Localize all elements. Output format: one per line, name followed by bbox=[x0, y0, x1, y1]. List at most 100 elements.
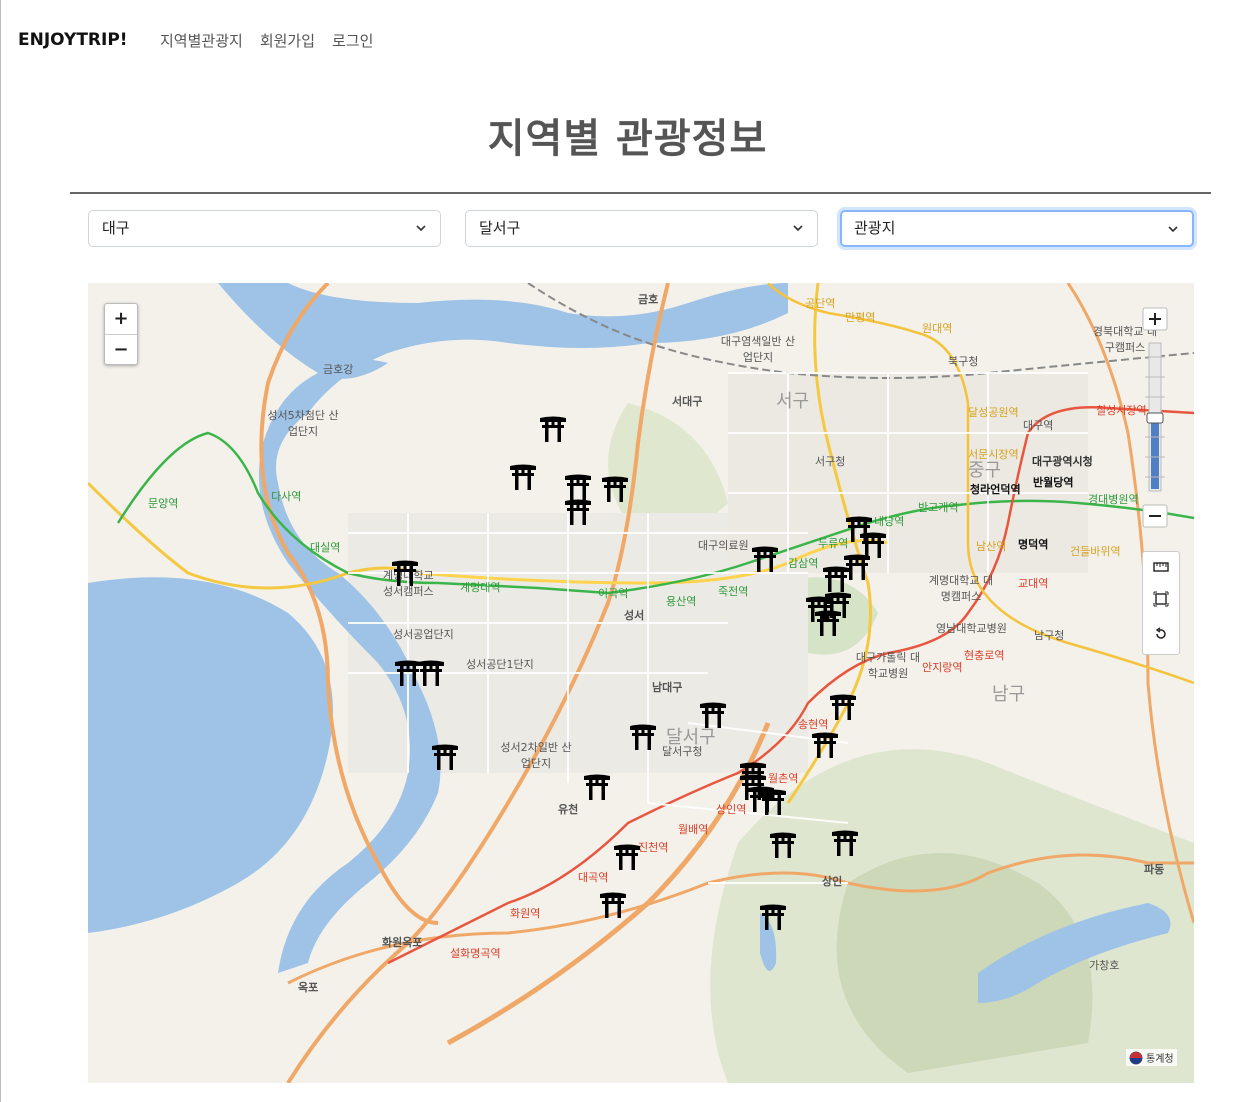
attraction-marker-icon[interactable] bbox=[698, 701, 728, 729]
attraction-marker-icon[interactable] bbox=[768, 831, 798, 859]
station-label: 설화명곡역 bbox=[450, 947, 501, 960]
zoom-in-button[interactable]: + bbox=[105, 304, 137, 334]
map-copyright: 통계청 bbox=[1126, 1049, 1177, 1066]
station-label: 상인역 bbox=[716, 803, 747, 816]
attraction-marker-icon[interactable] bbox=[508, 463, 538, 491]
attraction-marker-icon[interactable] bbox=[828, 693, 858, 721]
station-label: 송현역 bbox=[798, 718, 829, 731]
attraction-marker-icon[interactable] bbox=[830, 829, 860, 857]
ruler-icon[interactable] bbox=[1143, 552, 1179, 586]
attraction-marker-icon[interactable] bbox=[628, 723, 658, 751]
place-label: 달서구청 bbox=[662, 745, 703, 758]
category-select-value: 관광지 bbox=[854, 219, 896, 237]
interchange-label: 남대구 bbox=[652, 681, 683, 694]
attraction-marker-icon[interactable] bbox=[563, 473, 593, 501]
interchange-label: 성서 bbox=[624, 609, 645, 622]
nav-link-login[interactable]: 로그인 bbox=[332, 30, 373, 51]
page-title: 지역별 관광정보 bbox=[487, 116, 768, 162]
category-select[interactable]: 관광지 bbox=[840, 210, 1194, 247]
station-label: 화원역 bbox=[510, 907, 541, 920]
station-label: 안지랑역 bbox=[922, 661, 963, 674]
navbar: ENJOYTRIP! 지역별관광지 회원가입 로그인 bbox=[1, 0, 1253, 80]
station-label: 이곡역 bbox=[598, 587, 629, 600]
attraction-marker-icon[interactable] bbox=[390, 559, 420, 587]
chevron-down-icon bbox=[793, 225, 803, 232]
title-divider bbox=[70, 192, 1211, 194]
interchange-label: 상인 bbox=[822, 875, 843, 888]
interchange-label: 서대구 bbox=[672, 395, 703, 408]
attraction-marker-icon[interactable] bbox=[758, 903, 788, 931]
attraction-marker-icon[interactable] bbox=[758, 788, 788, 816]
place-label: 성서5차첨단 산업단지 bbox=[267, 409, 339, 438]
station-label: 서문시장역 bbox=[968, 448, 1019, 461]
map-view[interactable]: 서구 중구 남구 달서구 금호강 성서5차첨단 산업단지 대구의료원 서구청 대… bbox=[88, 283, 1194, 1083]
station-label: 경대병원역 bbox=[1088, 493, 1139, 506]
attraction-marker-icon[interactable] bbox=[563, 498, 593, 526]
place-label: 서구청 bbox=[815, 455, 846, 468]
region-select-value: 대구 bbox=[102, 219, 130, 237]
interchange-label: 금호 bbox=[638, 293, 659, 306]
attraction-marker-icon[interactable] bbox=[600, 475, 630, 503]
nav-link-regional-attractions[interactable]: 지역별관광지 bbox=[160, 30, 243, 51]
attraction-marker-icon[interactable] bbox=[430, 743, 460, 771]
station-label: 죽전역 bbox=[718, 585, 749, 598]
place-label: 대구의료원 bbox=[698, 539, 749, 552]
map-zoom-control: + − bbox=[104, 303, 138, 365]
map-zoom-slider[interactable] bbox=[1142, 307, 1172, 529]
attraction-marker-icon[interactable] bbox=[750, 545, 780, 573]
station-label: 감삼역 bbox=[788, 557, 819, 570]
station-label: 청라언덕역 bbox=[970, 483, 1021, 496]
station-label: 교대역 bbox=[1018, 577, 1049, 590]
reset-icon[interactable] bbox=[1143, 620, 1179, 654]
attraction-marker-icon[interactable] bbox=[612, 843, 642, 871]
station-label: 공단역 bbox=[805, 297, 836, 310]
station-label: 현충로역 bbox=[964, 649, 1005, 662]
place-label: 북구청 bbox=[948, 355, 979, 368]
station-label: 남산역 bbox=[976, 540, 1007, 553]
station-label: 원대역 bbox=[922, 322, 953, 335]
station-label: 진천역 bbox=[638, 841, 669, 854]
station-label: 월촌역 bbox=[768, 772, 799, 785]
station-label: 건들바위역 bbox=[1070, 545, 1121, 558]
station-label: 반고개역 bbox=[918, 501, 959, 514]
attraction-marker-icon[interactable] bbox=[538, 415, 568, 443]
place-label: 대구염색일반 산업단지 bbox=[720, 335, 796, 364]
region-select[interactable]: 대구 bbox=[88, 210, 441, 247]
interchange-label: 화원옥포 bbox=[382, 936, 423, 949]
nav-link-signup[interactable]: 회원가입 bbox=[260, 30, 315, 51]
chevron-down-icon bbox=[1168, 226, 1178, 233]
attraction-marker-icon[interactable] bbox=[598, 891, 628, 919]
brand-logo[interactable]: ENJOYTRIP! bbox=[18, 30, 128, 50]
government-emblem-icon bbox=[1129, 1051, 1143, 1064]
area-label: 서구 bbox=[776, 391, 810, 412]
zoom-out-button[interactable]: − bbox=[105, 335, 137, 365]
nav-links: 지역별관광지 회원가입 로그인 bbox=[160, 30, 390, 51]
district-select[interactable]: 달서구 bbox=[465, 210, 818, 247]
station-label: 반월당역 bbox=[1033, 476, 1074, 489]
interchange-label: 옥포 bbox=[298, 981, 319, 994]
place-label: 가창호 bbox=[1089, 959, 1120, 972]
attraction-marker-icon[interactable] bbox=[810, 731, 840, 759]
area-label: 남구 bbox=[992, 684, 1026, 705]
station-label: 달성공원역 bbox=[968, 406, 1019, 419]
place-label: 성서공업단지 bbox=[393, 628, 454, 641]
station-label: 문양역 bbox=[148, 497, 179, 510]
map-tools bbox=[1142, 551, 1180, 655]
place-label: 대구가톨릭 대학교병원 bbox=[855, 651, 921, 680]
interchange-label: 유천 bbox=[558, 803, 579, 816]
attraction-marker-icon[interactable] bbox=[416, 659, 446, 687]
station-label: 계명대역 bbox=[460, 581, 501, 594]
station-label: 월배역 bbox=[678, 823, 709, 836]
place-label: 남구청 bbox=[1034, 629, 1065, 642]
attraction-marker-icon[interactable] bbox=[821, 565, 851, 593]
area-measure-icon[interactable] bbox=[1143, 586, 1179, 620]
station-label: 대실역 bbox=[310, 541, 341, 554]
station-label: 명덕역 bbox=[1018, 538, 1049, 551]
slider-thumb bbox=[1146, 412, 1164, 424]
attraction-marker-icon[interactable] bbox=[813, 609, 843, 637]
station-label: 용산역 bbox=[666, 595, 697, 608]
place-label: 성서공단1단지 bbox=[466, 658, 534, 671]
station-label: 칠성시장역 bbox=[1096, 404, 1147, 417]
map-tiles bbox=[88, 283, 1194, 1083]
attraction-marker-icon[interactable] bbox=[582, 773, 612, 801]
